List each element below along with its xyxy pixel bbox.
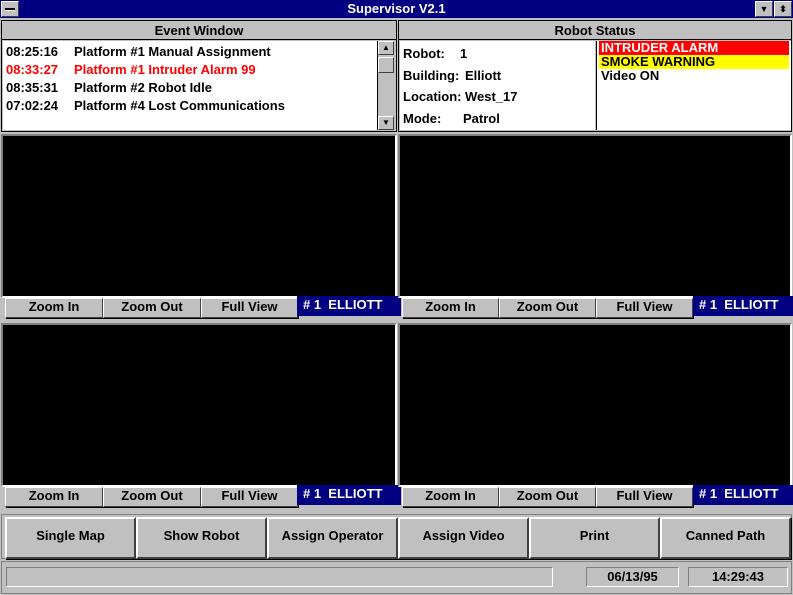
video-feed[interactable]	[398, 134, 792, 298]
intruder-alarm-badge: INTRUDER ALARM	[599, 41, 789, 55]
window-title: Supervisor V2.1	[347, 1, 446, 16]
camera-label: # 1 ELLIOTT	[693, 485, 793, 505]
zoom-in-button[interactable]: Zoom In	[5, 487, 103, 507]
alarm-box: INTRUDER ALARM SMOKE WARNING Video ON	[596, 41, 791, 130]
event-time: 08:25:16	[6, 44, 59, 59]
zoom-in-button[interactable]: Zoom In	[402, 298, 499, 318]
status-message	[6, 567, 553, 587]
building-field: Building: Elliott	[403, 66, 501, 86]
minimize-icon[interactable]: ▼	[755, 1, 773, 17]
single-map-button[interactable]: Single Map	[5, 517, 136, 559]
camera-label: # 1 ELLIOTT	[297, 485, 401, 505]
mode-label: Mode:	[403, 111, 442, 126]
mode-value: Patrol	[463, 111, 500, 126]
robot-field: Robot: 1	[403, 44, 467, 64]
scroll-up-icon[interactable]: ▲	[378, 41, 394, 55]
camera-label: # 1 ELLIOTT	[693, 296, 793, 316]
status-bar: 06/13/95 14:29:43	[1, 561, 792, 594]
video-feed[interactable]	[1, 134, 397, 298]
system-menu-icon[interactable]	[1, 1, 19, 17]
event-window-title: Event Window	[2, 21, 396, 40]
smoke-warning-badge: SMOKE WARNING	[599, 55, 789, 69]
video-panel: Zoom In Zoom Out Full View # 1 ELLIOTT	[1, 323, 401, 509]
assign-operator-button[interactable]: Assign Operator	[267, 517, 398, 559]
status-date: 06/13/95	[586, 567, 679, 587]
zoom-out-button[interactable]: Zoom Out	[499, 487, 596, 507]
robot-status-panel: Robot Status Robot: 1 Building: Elliott Lo…	[398, 20, 792, 132]
video-panel: Zoom In Zoom Out Full View # 1 ELLIOTT	[398, 134, 793, 320]
building-label: Building:	[403, 68, 460, 83]
event-text: Platform #2 Robot Idle	[74, 80, 212, 95]
print-button[interactable]: Print	[529, 517, 660, 559]
building-value: Elliott	[465, 68, 502, 83]
event-time: 08:33:27	[6, 62, 59, 77]
scroll-down-icon[interactable]: ▼	[378, 116, 394, 130]
event-row[interactable]: 08:35:31 Platform #2 Robot Idle	[6, 79, 378, 97]
video-feed[interactable]	[398, 323, 792, 487]
zoom-in-button[interactable]: Zoom In	[402, 487, 499, 507]
video-panel: Zoom In Zoom Out Full View # 1 ELLIOTT	[398, 323, 793, 509]
event-text: Platform #1 Intruder Alarm 99	[74, 62, 256, 77]
zoom-out-button[interactable]: Zoom Out	[103, 487, 201, 507]
canned-path-button[interactable]: Canned Path	[660, 517, 791, 559]
location-value: West_17	[465, 89, 518, 104]
video-feed[interactable]	[1, 323, 397, 487]
full-view-button[interactable]: Full View	[596, 487, 693, 507]
assign-video-button[interactable]: Assign Video	[398, 517, 529, 559]
camera-label: # 1 ELLIOTT	[297, 296, 401, 316]
robot-label: Robot:	[403, 46, 445, 61]
event-list[interactable]: 08:25:16 Platform #1 Manual Assignment 08…	[3, 41, 378, 130]
zoom-out-button[interactable]: Zoom Out	[499, 298, 596, 318]
full-view-button[interactable]: Full View	[596, 298, 693, 318]
event-time: 07:02:24	[6, 98, 59, 113]
event-row[interactable]: 08:33:27 Platform #1 Intruder Alarm 99	[6, 61, 378, 79]
event-scrollbar[interactable]: ▲ ▼	[377, 41, 395, 130]
maximize-icon[interactable]: ⬍	[774, 1, 792, 17]
location-label: Location:	[403, 89, 462, 104]
event-text: Platform #4 Lost Communications	[74, 98, 285, 113]
status-time: 14:29:43	[688, 567, 788, 587]
video-status-badge: Video ON	[599, 69, 789, 83]
show-robot-button[interactable]: Show Robot	[136, 517, 267, 559]
event-list-box: 08:25:16 Platform #1 Manual Assignment 08…	[3, 41, 395, 130]
full-view-button[interactable]: Full View	[201, 298, 298, 318]
video-panel: Zoom In Zoom Out Full View # 1 ELLIOTT	[1, 134, 401, 320]
mode-field: Mode: Patrol	[403, 109, 500, 129]
scroll-thumb[interactable]	[378, 57, 394, 73]
location-field: Location: West_17	[403, 87, 518, 107]
event-row[interactable]: 07:02:24 Platform #4 Lost Communications	[6, 97, 378, 115]
full-view-button[interactable]: Full View	[201, 487, 298, 507]
event-row[interactable]: 08:25:16 Platform #1 Manual Assignment	[6, 43, 378, 61]
event-window: Event Window 08:25:16 Platform #1 Manual …	[1, 20, 397, 132]
zoom-in-button[interactable]: Zoom In	[5, 298, 103, 318]
event-text: Platform #1 Manual Assignment	[74, 44, 271, 59]
robot-info-box: Robot: 1 Building: Elliott Location: West_1…	[400, 41, 595, 130]
zoom-out-button[interactable]: Zoom Out	[103, 298, 201, 318]
robot-status-title: Robot Status	[399, 21, 791, 40]
robot-value: 1	[460, 46, 468, 61]
event-time: 08:35:31	[6, 80, 59, 95]
